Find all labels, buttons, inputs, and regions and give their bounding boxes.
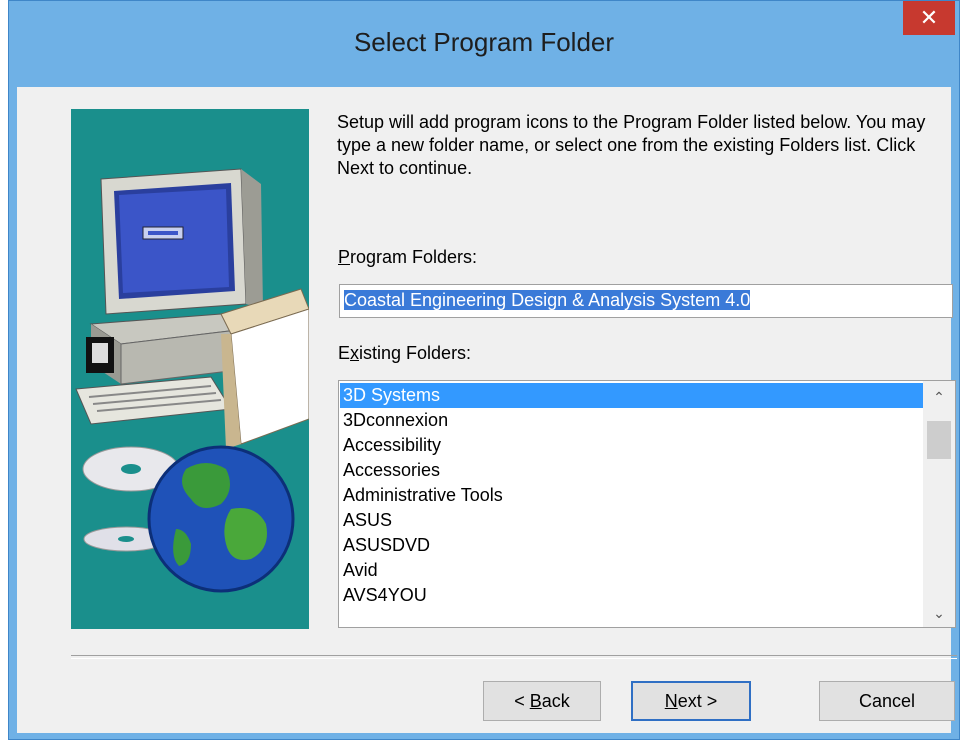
list-item[interactable]: AVS4YOU <box>340 583 923 608</box>
existing-folders-mnemonic: x <box>350 343 360 363</box>
setup-illustration <box>75 168 309 593</box>
setup-dialog-window: Select Program Folder ✕ Setup will add p… <box>8 0 960 740</box>
list-item[interactable]: 3D Systems <box>340 383 923 408</box>
next-button-mnemonic: N <box>664 691 678 711</box>
title-bar[interactable]: Select Program Folder ✕ <box>9 1 959 87</box>
existing-folders-label: Existing Folders: <box>338 343 471 364</box>
list-item[interactable]: 3Dconnexion <box>340 408 923 433</box>
existing-folders-list[interactable]: 3D Systems 3Dconnexion Accessibility Acc… <box>338 380 956 628</box>
dialog-body: Setup will add program icons to the Prog… <box>17 87 957 733</box>
existing-folders-label-prefix: E <box>338 343 351 363</box>
list-item[interactable]: Accessibility <box>340 433 923 458</box>
program-folders-label: Program Folders: <box>338 247 477 268</box>
chevron-up-icon: ⌃ <box>933 389 945 405</box>
close-icon: ✕ <box>919 5 939 30</box>
chevron-down-icon: ⌄ <box>933 605 945 621</box>
list-item[interactable]: Administrative Tools <box>340 483 923 508</box>
divider <box>71 655 957 659</box>
scroll-down-button[interactable]: ⌄ <box>923 599 955 627</box>
list-item[interactable]: ASUS <box>340 508 923 533</box>
back-button-label: ack <box>541 691 570 711</box>
program-folder-value: Coastal Engineering Design & Analysis Sy… <box>344 290 751 310</box>
program-folders-mnemonic: P <box>338 247 351 267</box>
back-button[interactable]: < Back <box>483 681 601 721</box>
computer-globe-illustration <box>71 109 309 629</box>
existing-folders-label-text: isting Folders: <box>359 343 472 363</box>
scroll-thumb[interactable] <box>927 421 951 459</box>
program-folders-label-text: rogram Folders: <box>350 247 478 267</box>
program-folder-input[interactable]: Coastal Engineering Design & Analysis Sy… <box>339 284 953 318</box>
list-item[interactable]: Accessories <box>340 458 923 483</box>
cancel-button[interactable]: Cancel <box>819 681 955 721</box>
next-button[interactable]: Next > <box>631 681 751 721</box>
list-scrollbar[interactable]: ⌃ ⌄ <box>923 381 955 627</box>
back-button-prefix: < <box>514 691 530 711</box>
list-item[interactable]: ASUSDVD <box>340 533 923 558</box>
folder-list-items: 3D Systems 3Dconnexion Accessibility Acc… <box>340 383 923 608</box>
list-item[interactable]: Avid <box>340 558 923 583</box>
window-title: Select Program Folder <box>353 27 615 57</box>
scroll-up-button[interactable]: ⌃ <box>923 383 955 411</box>
close-button[interactable]: ✕ <box>903 1 955 35</box>
next-button-label: ext > <box>677 691 718 711</box>
instructions-text: Setup will add program icons to the Prog… <box>337 112 926 178</box>
back-button-mnemonic: B <box>529 691 542 711</box>
